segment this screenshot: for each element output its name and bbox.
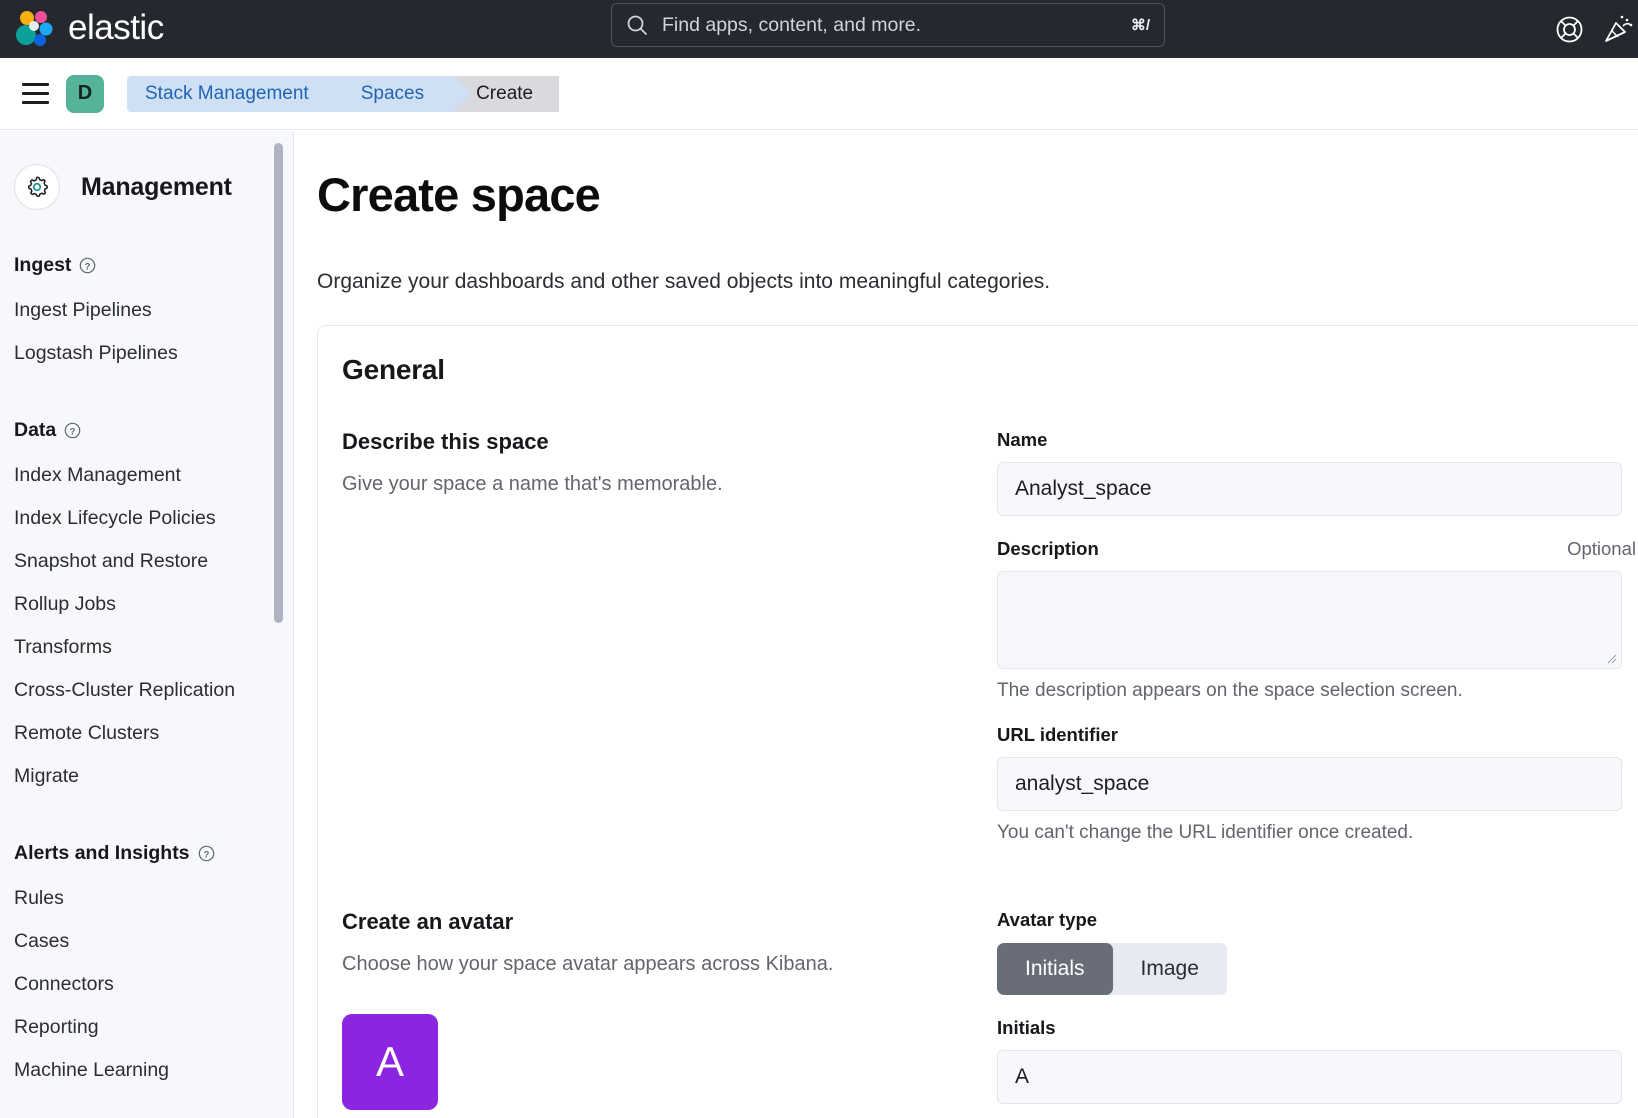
breadcrumb-item-stack-management[interactable]: Stack Management: [127, 75, 356, 112]
breadcrumb-label: Create: [476, 82, 534, 104]
sidebar-group-title: Alerts and Insights ?: [14, 842, 293, 865]
url-identifier-input[interactable]: analyst_space: [997, 757, 1622, 811]
space-avatar[interactable]: D: [66, 74, 104, 113]
page-title: Create space: [317, 168, 601, 221]
sidebar-item-connectors[interactable]: Connectors: [14, 963, 293, 1006]
sidebar-group-alerts-and-insights: Alerts and Insights ? Rules Cases Connec…: [14, 842, 293, 1092]
describe-space-fields: Name Analyst_space Description Optional: [997, 429, 1638, 866]
breadcrumb-chevron-icon: [453, 75, 472, 112]
initials-input[interactable]: A: [997, 1050, 1622, 1104]
avatar-preview[interactable]: A: [342, 1014, 438, 1110]
sidebar-item-rules[interactable]: Rules: [14, 877, 293, 920]
create-avatar-heading: Create an avatar: [342, 909, 514, 934]
sidebar-item-index-lifecycle-policies[interactable]: Index Lifecycle Policies: [14, 497, 293, 540]
hamburger-menu-icon[interactable]: [10, 69, 60, 119]
breadcrumb-item-spaces[interactable]: Spaces: [338, 75, 472, 112]
sidebar-item-snapshot-and-restore[interactable]: Snapshot and Restore: [14, 540, 293, 583]
create-avatar-description: Choose how your space avatar appears acr…: [342, 953, 834, 975]
sidebar-item-ingest-pipelines[interactable]: Ingest Pipelines: [14, 289, 293, 332]
elastic-logo-icon: [16, 11, 53, 46]
svg-text:?: ?: [203, 849, 209, 860]
breadcrumb-label: Spaces: [360, 82, 425, 104]
description-help-text: The description appears on the space sel…: [997, 680, 1463, 701]
question-circle-icon[interactable]: ?: [79, 257, 96, 274]
describe-space-row: Describe this space Give your space a na…: [342, 429, 1638, 866]
sidebar-header: Management: [14, 131, 293, 210]
sidebar-group-title: Ingest ?: [14, 254, 293, 277]
description-optional-tag: Optional: [1567, 538, 1636, 559]
avatar-type-option-image[interactable]: Image: [1112, 943, 1227, 995]
help-lifebuoy-icon[interactable]: [1540, 0, 1598, 58]
header-icon-group: [1540, 0, 1638, 58]
question-circle-icon[interactable]: ?: [64, 422, 81, 439]
global-header: elastic Find apps, content, and more. ⌘/: [0, 0, 1638, 58]
breadcrumb-chevron-icon: [337, 75, 356, 112]
gear-icon: [14, 164, 60, 210]
url-identifier-help-text: You can't change the URL identifier once…: [997, 822, 1414, 843]
search-input[interactable]: Find apps, content, and more.: [662, 14, 1117, 37]
breadcrumb-label: Stack Management: [145, 82, 309, 104]
sidebar-item-cases[interactable]: Cases: [14, 920, 293, 963]
sidebar-group-title: Data ?: [14, 419, 293, 442]
avatar-fields: Avatar type Initials Image Initials A: [997, 909, 1638, 1118]
name-field-label: Name: [997, 429, 1048, 450]
create-avatar-row: Create an avatar Choose how your space a…: [342, 909, 1638, 1118]
sidebar-item-machine-learning[interactable]: Machine Learning: [14, 1049, 293, 1092]
sidebar-group-items: Rules Cases Connectors Reporting Machine…: [14, 877, 293, 1092]
sidebar-item-migrate[interactable]: Migrate: [14, 755, 293, 798]
svg-text:?: ?: [85, 261, 91, 272]
brand-name: elastic: [68, 8, 164, 47]
brand[interactable]: elastic: [14, 8, 164, 50]
create-avatar-copy: Create an avatar Choose how your space a…: [342, 909, 997, 1118]
sidebar-item-index-management[interactable]: Index Management: [14, 454, 293, 497]
breadcrumb: Stack Management Spaces Create: [127, 75, 560, 112]
sidebar-group-data: Data ? Index Management Index Lifecycle …: [14, 419, 293, 798]
initials-field-group: Initials A: [997, 1017, 1638, 1104]
sidebar-group-items: Ingest Pipelines Logstash Pipelines: [14, 289, 293, 375]
sidebar-group-items: Index Management Index Lifecycle Policie…: [14, 454, 293, 798]
avatar-type-toggle-group: Initials Image: [997, 943, 1227, 995]
sidebar-item-rollup-jobs[interactable]: Rollup Jobs: [14, 583, 293, 626]
sidebar-item-transforms[interactable]: Transforms: [14, 626, 293, 669]
svg-text:?: ?: [70, 426, 76, 437]
name-input[interactable]: Analyst_space: [997, 462, 1622, 516]
avatar-type-field-group: Avatar type Initials Image: [997, 909, 1638, 995]
sidebar-item-reporting[interactable]: Reporting: [14, 1006, 293, 1049]
describe-space-copy: Describe this space Give your space a na…: [342, 429, 997, 866]
breadcrumb-bar: D Stack Management Spaces Create: [0, 58, 1638, 130]
avatar-type-label: Avatar type: [997, 909, 1098, 930]
avatar-type-option-initials[interactable]: Initials: [997, 943, 1113, 995]
search-shortcut-hint: ⌘/: [1130, 17, 1150, 34]
sidebar-scrollbar-thumb[interactable]: [274, 143, 283, 623]
description-textarea[interactable]: [997, 571, 1622, 669]
main-content: Create space Organize your dashboards an…: [295, 131, 1638, 1118]
url-identifier-field-group: URL identifier analyst_space You can't c…: [997, 724, 1638, 844]
description-field-label: Description: [997, 538, 1099, 559]
sidebar-group-label: Data: [14, 419, 57, 441]
sidebar-item-logstash-pipelines[interactable]: Logstash Pipelines: [14, 332, 293, 375]
description-field-group: Description Optional The description app…: [997, 538, 1638, 702]
announcements-confetti-icon[interactable]: [1598, 0, 1638, 58]
search-icon: [627, 15, 647, 35]
url-identifier-label: URL identifier: [997, 724, 1118, 745]
sidebar-group-ingest: Ingest ? Ingest Pipelines Logstash Pipel…: [14, 254, 293, 375]
global-search-bar[interactable]: Find apps, content, and more. ⌘/: [611, 3, 1165, 47]
panel-title: General: [342, 354, 445, 385]
sidebar-group-label: Alerts and Insights: [14, 842, 190, 864]
management-sidebar: Management Ingest ? Ingest Pipelines Log…: [0, 131, 294, 1118]
describe-space-heading: Describe this space: [342, 429, 549, 454]
initials-field-label: Initials: [997, 1017, 1056, 1038]
page-subtitle: Organize your dashboards and other saved…: [317, 270, 1051, 293]
sidebar-title: Management: [81, 172, 232, 201]
name-field-group: Name Analyst_space: [997, 429, 1638, 516]
resize-handle-icon[interactable]: [1605, 652, 1617, 664]
describe-space-description: Give your space a name that's memorable.: [342, 473, 723, 495]
question-circle-icon[interactable]: ?: [198, 845, 215, 862]
sidebar-item-remote-clusters[interactable]: Remote Clusters: [14, 712, 293, 755]
sidebar-item-cross-cluster-replication[interactable]: Cross-Cluster Replication: [14, 669, 293, 712]
sidebar-group-label: Ingest: [14, 254, 72, 276]
general-panel: General Describe this space Give your sp…: [317, 325, 1638, 1118]
